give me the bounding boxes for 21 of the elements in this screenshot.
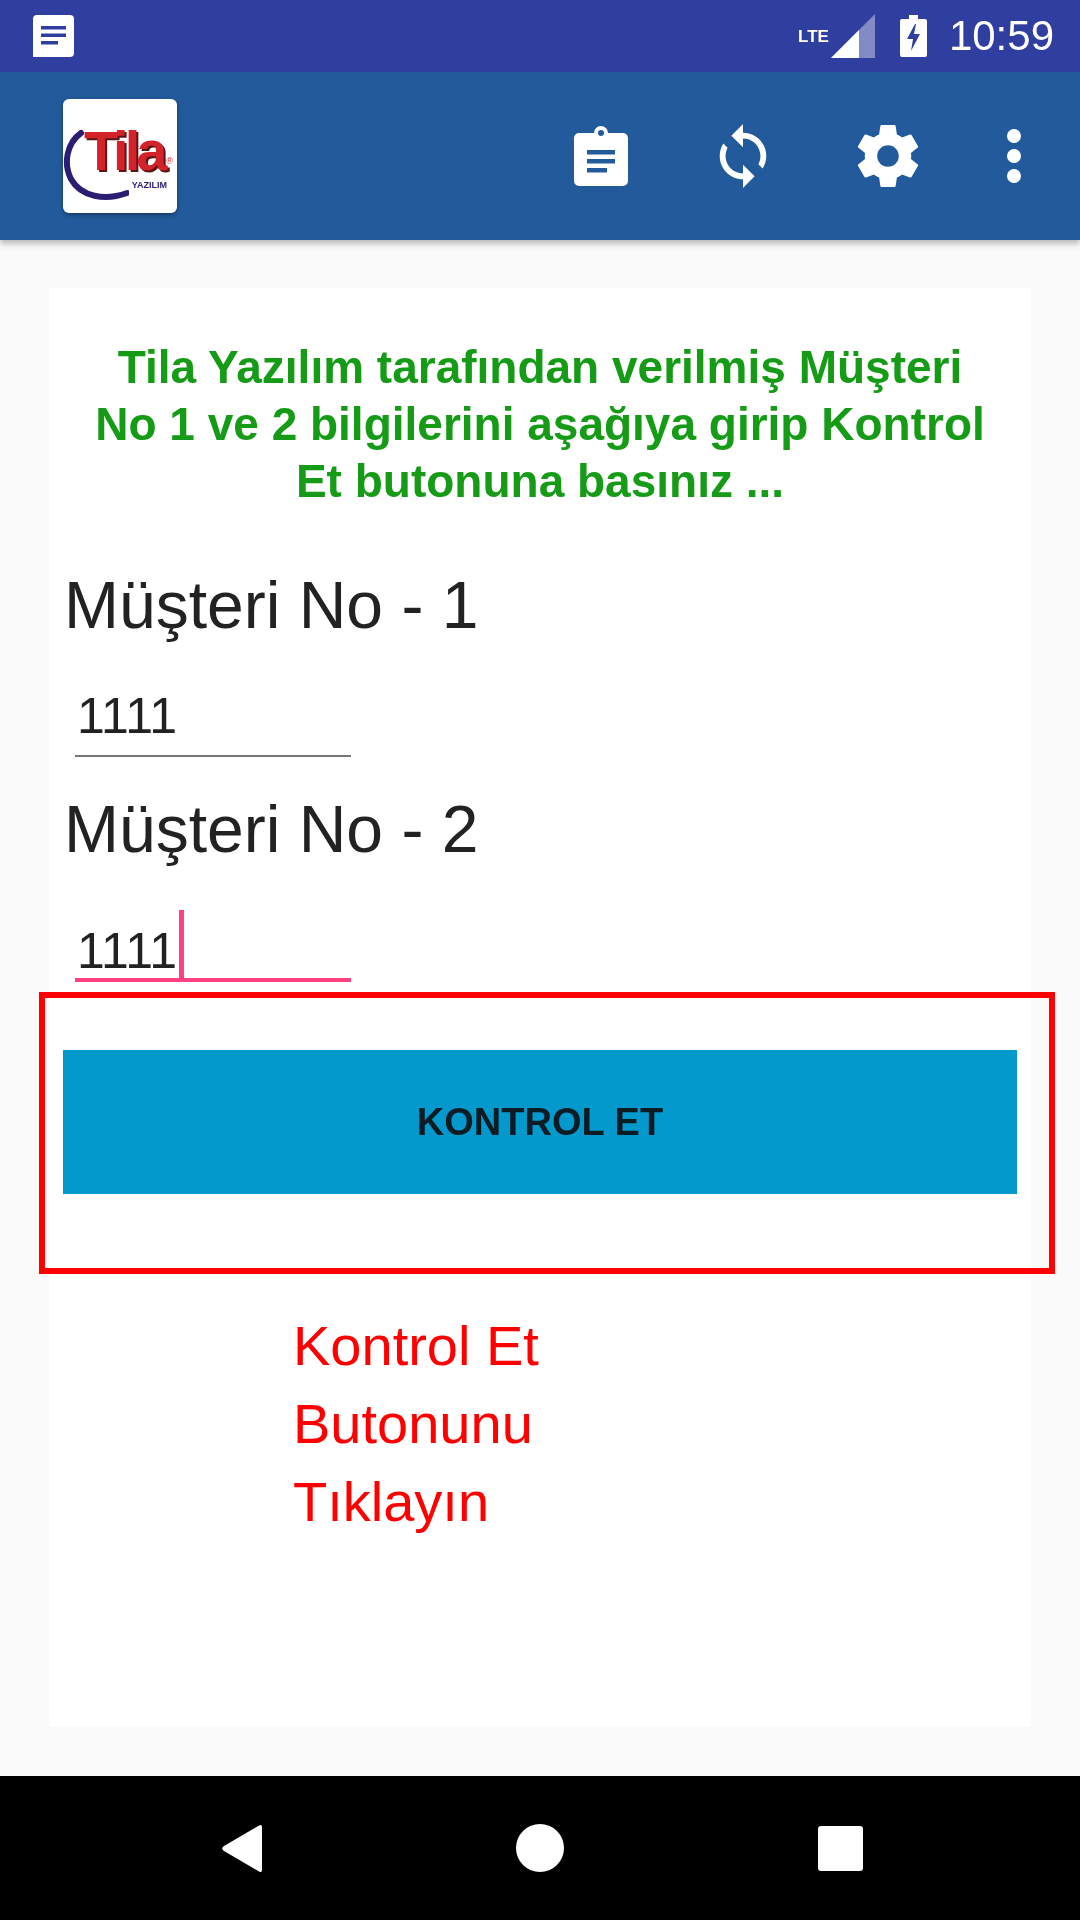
recents-icon[interactable] xyxy=(817,1825,863,1871)
field-label: Müşteri No - 1 xyxy=(64,567,479,644)
input-field[interactable]: 1111 xyxy=(75,686,351,757)
clipboard-icon[interactable] xyxy=(574,126,628,186)
network-label: LTE xyxy=(798,28,829,45)
annotation-text: Kontrol Et Butonunu Tıklayın xyxy=(293,1313,540,1535)
field-label: Müşteri No - 2 xyxy=(64,791,479,868)
logo-tagline: YAZILIM xyxy=(131,180,167,190)
status-time: 10:59 xyxy=(948,15,1054,57)
input-field[interactable]: 1111 xyxy=(75,910,351,982)
notification-icon xyxy=(33,15,74,57)
home-icon[interactable] xyxy=(516,1824,564,1872)
logo-name: Tila xyxy=(83,122,166,179)
sync-icon[interactable] xyxy=(717,124,769,188)
registered-mark: ® xyxy=(166,156,173,166)
battery-charging-icon xyxy=(899,15,927,57)
settings-icon[interactable] xyxy=(858,125,918,187)
overflow-menu-icon[interactable] xyxy=(1007,129,1021,183)
instruction-text: Tila Yazılım tarafından verilmiş Müşteri No 1 ve 2 bilgilerini aşağıya girip Kontrol Et butonuna basınız ... xyxy=(94,340,986,509)
signal-icon xyxy=(830,14,875,58)
check-button[interactable]: KONTROL ET xyxy=(63,1050,1017,1194)
